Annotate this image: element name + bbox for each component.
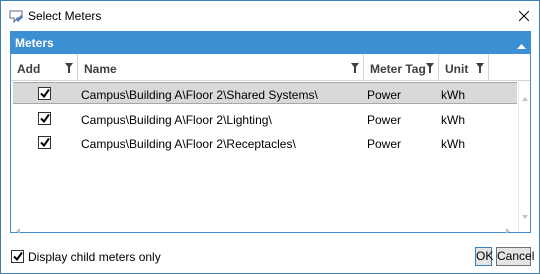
meter-name: Campus\Building A\Floor 2\Receptacles\ (81, 137, 296, 151)
table-row[interactable]: Campus\Building A\Floor 2\Receptacles\ P… (13, 132, 517, 154)
cancel-button[interactable]: Cancel (496, 247, 534, 266)
meter-unit: kWh (441, 113, 465, 127)
column-label-name: Name (84, 62, 117, 76)
column-label-add: Add (17, 62, 41, 76)
table-row[interactable]: Campus\Building A\Floor 2\Shared Systems… (13, 82, 517, 104)
checkmark-icon (40, 88, 50, 99)
column-label-unit: Unit (445, 62, 469, 76)
table-row[interactable]: Campus\Building A\Floor 2\Lighting\ Powe… (13, 108, 517, 130)
group-title: Meters (15, 36, 54, 50)
column-header-add[interactable]: Add (11, 54, 78, 81)
meter-tag: Power (367, 113, 402, 127)
scroll-down-icon[interactable] (522, 208, 528, 219)
meters-group: Meters Add Name Meter Tag Unit Campus\Bu… (10, 31, 531, 234)
meter-name: Campus\Building A\Floor 2\Shared Systems… (81, 88, 318, 102)
filter-icon[interactable] (476, 62, 484, 73)
window-title: Select Meters (28, 9, 102, 23)
column-header-meter-tag[interactable]: Meter Tag (364, 54, 439, 81)
collapse-up-icon[interactable] (517, 39, 526, 49)
display-child-meters-checkbox[interactable] (11, 250, 24, 263)
filter-icon[interactable] (65, 62, 73, 73)
grid-header: Add Name Meter Tag Unit (11, 54, 530, 81)
filter-icon[interactable] (426, 62, 434, 73)
select-meters-dialog: Select Meters Meters Add Name Meter Tag … (0, 0, 540, 274)
vertical-scrollbar[interactable] (518, 82, 530, 232)
meters-group-header: Meters (11, 32, 530, 54)
ok-button[interactable]: OK (475, 247, 493, 266)
scroll-up-icon[interactable] (522, 90, 528, 101)
column-header-unit[interactable]: Unit (439, 54, 489, 81)
close-icon (519, 10, 529, 21)
filter-icon[interactable] (351, 62, 359, 73)
add-checkbox[interactable] (38, 87, 51, 100)
meter-app-icon (8, 8, 24, 24)
meter-unit: kWh (441, 88, 465, 102)
scroll-left-icon[interactable] (16, 223, 20, 234)
horizontal-scrollbar[interactable] (13, 220, 517, 234)
add-checkbox[interactable] (38, 136, 51, 149)
scroll-right-icon[interactable] (506, 223, 510, 234)
meter-tag: Power (367, 88, 402, 102)
display-child-meters-label[interactable]: Display child meters only (28, 250, 161, 264)
column-header-name[interactable]: Name (78, 54, 364, 81)
meter-tag: Power (367, 137, 402, 151)
title-bar: Select Meters (1, 1, 539, 30)
meter-name: Campus\Building A\Floor 2\Lighting\ (81, 113, 272, 127)
meter-unit: kWh (441, 137, 465, 151)
checkmark-icon (13, 251, 23, 262)
close-button[interactable] (509, 1, 539, 30)
checkmark-icon (40, 137, 50, 148)
checkmark-icon (40, 113, 50, 124)
add-checkbox[interactable] (38, 112, 51, 125)
column-label-meter-tag: Meter Tag (370, 62, 426, 76)
